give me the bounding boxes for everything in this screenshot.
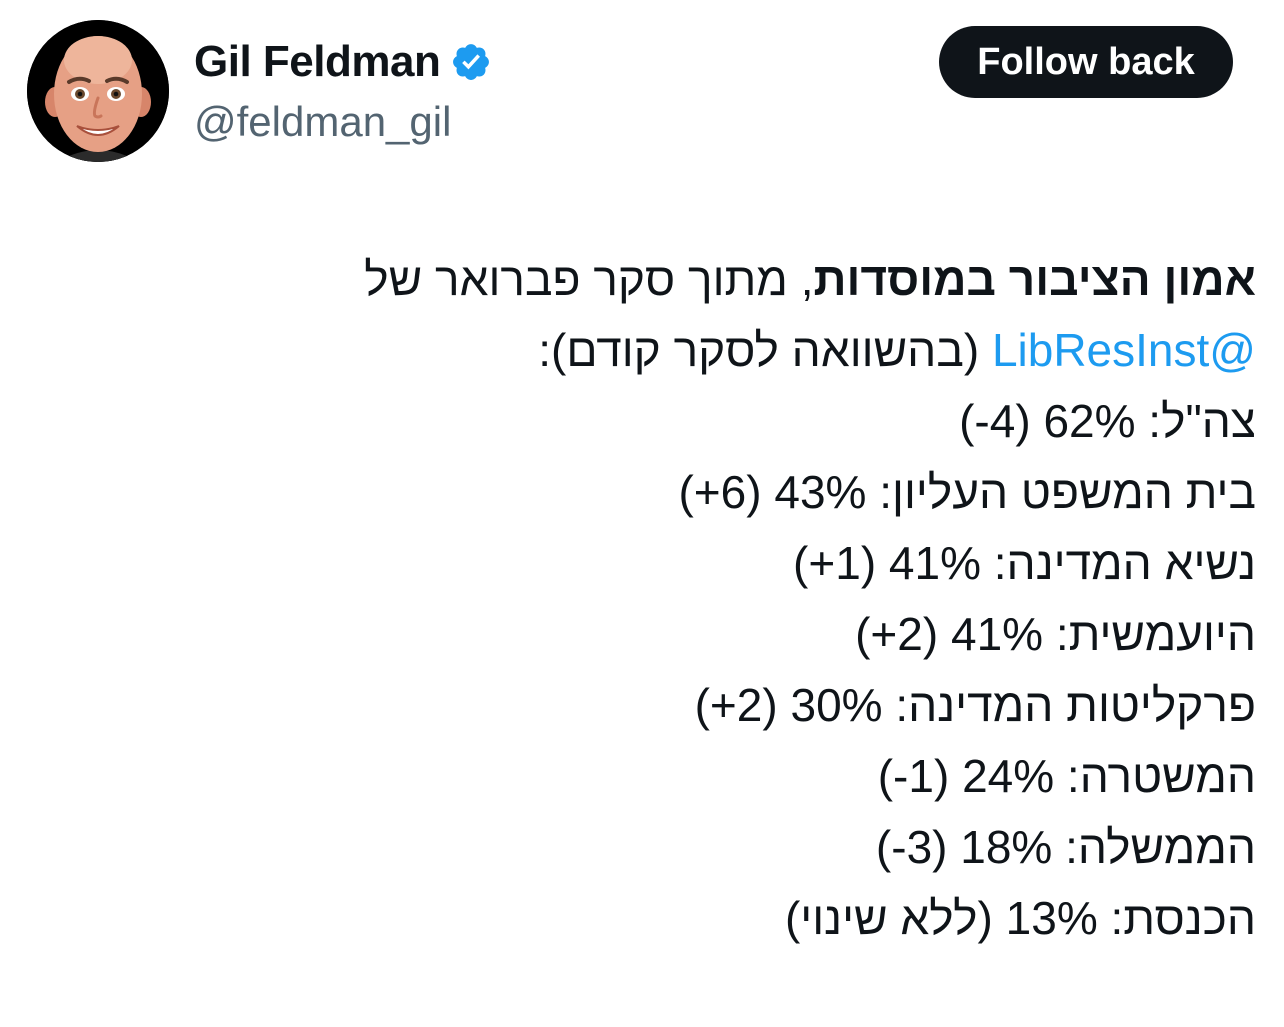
tweet-line: היועמשית: 41% (2+): [855, 608, 1256, 660]
author-name-row: Gil Feldman: [194, 36, 492, 88]
author-handle[interactable]: @feldman_gil: [194, 98, 451, 146]
tweet-line: צה"ל: 62% (4-): [959, 395, 1256, 447]
avatar-face: [27, 20, 169, 162]
author-display-name[interactable]: Gil Feldman: [194, 37, 441, 87]
tweet-text: אמון הציבור במוסדות, מתוך סקר פברואר של …: [36, 244, 1256, 954]
tweet-mention-line: @LibResInst (בהשוואה לסקר קודם):: [36, 315, 1256, 386]
verified-badge-icon[interactable]: [450, 41, 492, 83]
tweet-line: פרקליטות המדינה: 30% (2+): [694, 679, 1256, 731]
tweet-line: בית המשפט העליון: 43% (6+): [678, 466, 1256, 518]
tweet-intro-rest: , מתוך סקר פברואר של: [364, 253, 814, 305]
tweet-header: Gil Feldman @feldman_gil Follow back: [0, 0, 1284, 180]
tweet-line: הכנסת: 13% (ללא שינוי): [784, 892, 1256, 944]
memoji-avatar-icon[interactable]: [27, 20, 169, 162]
tweet-mention-suffix: (בהשוואה לסקר קודם):: [538, 324, 992, 376]
follow-back-button[interactable]: Follow back: [939, 26, 1233, 98]
tweet-intro-bold: אמון הציבור במוסדות: [813, 253, 1256, 305]
tweet-line: נשיא המדינה: 41% (1+): [793, 537, 1256, 589]
tweet-line: המשטרה: 24% (1-): [877, 750, 1256, 802]
tweet-line: הממשלה: 18% (3-): [875, 821, 1256, 873]
tweet-intro-line: אמון הציבור במוסדות, מתוך סקר פברואר של: [36, 244, 1256, 315]
mention-link[interactable]: @LibResInst: [992, 324, 1256, 376]
